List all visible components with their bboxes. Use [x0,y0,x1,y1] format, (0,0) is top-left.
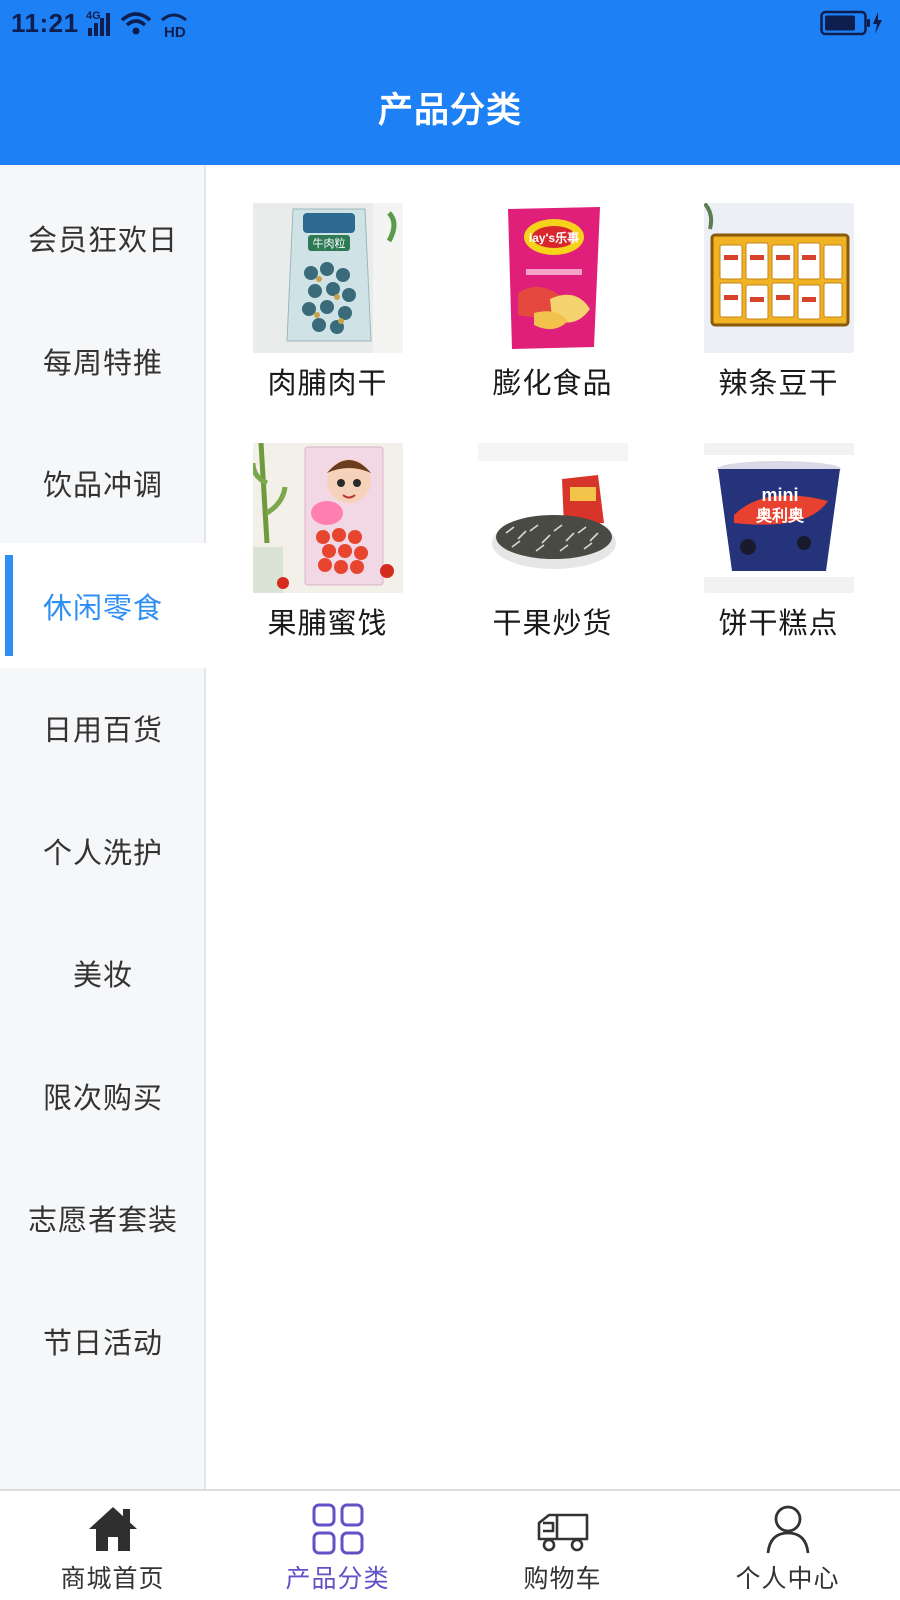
tab-category[interactable]: 产品分类 [225,1491,450,1600]
product-grid: 牛肉粒 肉脯肉干 lay's乐事 膨化食品 辣条豆干 果脯蜜饯 干果炒货 min… [208,175,900,1475]
wifi-arc [120,12,152,22]
tab-label: 产品分类 [285,1564,390,1593]
dried-fruit-bag-image [253,443,403,593]
sidebar-item-makeup[interactable]: 美妆 [0,910,206,1035]
hd-arc [161,13,187,22]
spicy-strips-box-image [704,203,854,353]
bottom-tab-bar: 商城首页 产品分类 购物车 个人中心 [0,1489,900,1600]
battery-icon [820,10,882,36]
page-title: 产品分类 [377,91,522,131]
sidebar-item-weekly-picks[interactable]: 每周特推 [0,298,206,423]
sidebar-item-drinks[interactable]: 饮品冲调 [0,420,206,545]
sidebar-item-limited-purchase[interactable]: 限次购买 [0,1033,206,1158]
signal-wifi-hd-icons: 4G HD [86,10,187,41]
wifi-arc [125,19,147,27]
sidebar-item-snacks[interactable]: 休闲零食 [0,543,206,668]
product-card-spicy[interactable]: 辣条豆干 [686,203,866,443]
app-header: 11:21 4G HD 产品分类 [0,0,900,165]
product-label: 膨化食品 [492,366,613,400]
svg-text:lay's乐事: lay's乐事 [529,230,579,245]
cart-truck-icon [537,1513,588,1552]
product-label: 饼干糕点 [718,606,839,640]
category-sidebar: 会员狂欢日 每周特推 饮品冲调 休闲零食 日用百货 个人洗护 美妆 限次购买 志… [0,165,206,1490]
sunflower-seeds-image [478,443,628,593]
svg-text:牛肉粒: 牛肉粒 [313,236,346,250]
sidebar-item-holiday-events[interactable]: 节日活动 [0,1278,206,1403]
tab-home[interactable]: 商城首页 [0,1491,225,1600]
user-icon [766,1505,809,1554]
product-card-nuts[interactable]: 干果炒货 [460,443,640,683]
wifi-dot [132,27,140,35]
status-bar: 11:21 4G HD [0,0,900,50]
home-icon [88,1507,137,1551]
hd-text: HD [164,24,186,41]
product-card-dried-fruit[interactable]: 果脯蜜饯 [235,443,415,683]
sidebar-item-volunteer-kit[interactable]: 志愿者套装 [0,1155,206,1280]
svg-text:奥利奥: 奥利奥 [756,506,805,525]
sidebar-item-daily-goods[interactable]: 日用百货 [0,665,206,790]
sidebar-item-personal-care[interactable]: 个人洗护 [0,788,206,913]
potato-chips-bag-image: lay's乐事 [478,203,628,353]
mini-oreo-cup-image: mini 奥利奥 [704,443,854,593]
svg-text:mini: mini [761,485,798,505]
product-label: 肉脯肉干 [267,366,388,400]
product-card-biscuits[interactable]: mini 奥利奥 饼干糕点 [686,443,866,683]
tab-profile[interactable]: 个人中心 [675,1491,900,1600]
sidebar-item-member-carnival[interactable]: 会员狂欢日 [0,175,206,300]
signal-bar [94,23,98,36]
signal-bar [100,18,104,36]
status-time: 11:21 [11,8,79,38]
tab-cart[interactable]: 购物车 [450,1491,675,1600]
product-card-jerky[interactable]: 牛肉粒 肉脯肉干 [235,203,415,443]
signal-bar [106,13,110,36]
grid-icon [312,1503,363,1555]
product-label: 果脯蜜饯 [267,606,388,640]
product-label: 辣条豆干 [718,366,839,400]
tab-label: 个人中心 [735,1564,840,1593]
product-card-puffed[interactable]: lay's乐事 膨化食品 [460,203,640,443]
signal-bar [88,28,92,36]
tab-label: 购物车 [523,1564,602,1593]
tab-label: 商城首页 [60,1564,165,1593]
product-label: 干果炒货 [492,606,613,640]
network-type-text: 4G [86,10,101,22]
beef-jerky-bag-image: 牛肉粒 [253,203,403,353]
